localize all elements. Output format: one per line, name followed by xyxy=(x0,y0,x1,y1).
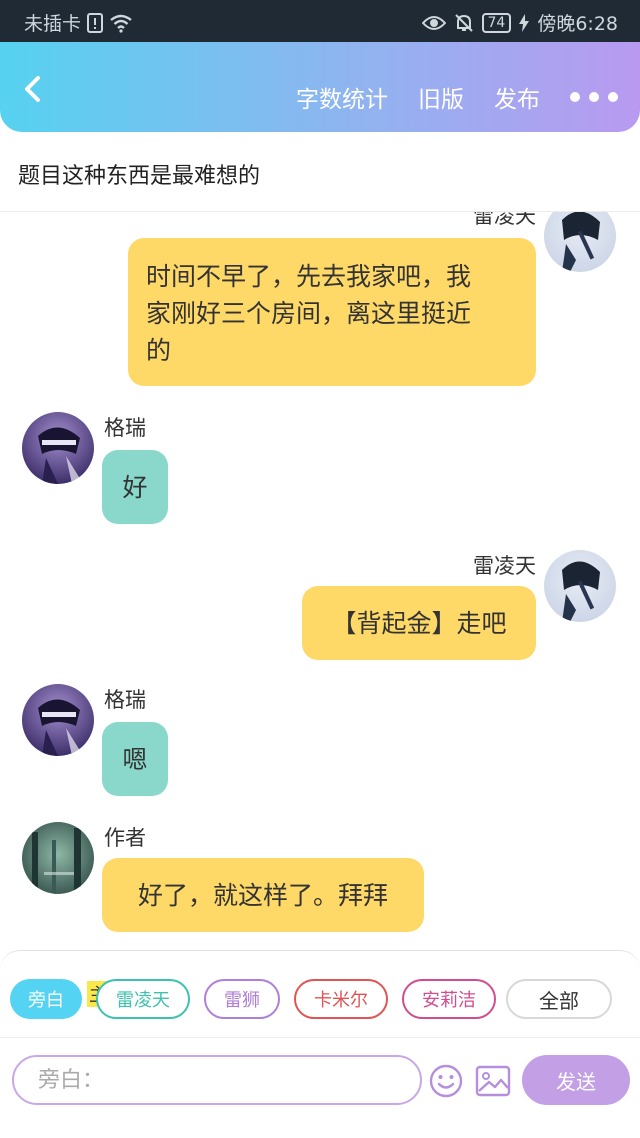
message-bubble: 好了，就这样了。拜拜 xyxy=(102,858,424,932)
sender-name: 格瑞 xyxy=(104,416,146,440)
story-title-bar[interactable]: 题目这种东西是最难想的 xyxy=(0,132,640,212)
battery-level: 74 xyxy=(487,14,506,31)
message-text-line: 好 xyxy=(122,472,148,502)
sender-name: 格瑞 xyxy=(104,688,146,712)
eye-icon xyxy=(421,14,446,32)
sender-name: 雷凌天 xyxy=(473,554,536,578)
smiley-icon[interactable] xyxy=(428,1063,464,1099)
story-title: 题目这种东西是最难想的 xyxy=(18,164,261,189)
avatar[interactable] xyxy=(544,550,616,622)
message-text-line: 嗯 xyxy=(122,744,148,774)
avatar[interactable] xyxy=(544,212,616,272)
message-bubble: 【背起金】走吧 xyxy=(302,586,536,660)
charging-icon xyxy=(519,13,530,32)
role-chip-all[interactable]: 全部 xyxy=(506,979,612,1019)
sender-name: 作者 xyxy=(104,826,146,850)
avatar[interactable] xyxy=(22,822,94,894)
message-bubble: 好 xyxy=(102,450,168,524)
message-bubble: 嗯 xyxy=(102,722,168,796)
divider xyxy=(0,1037,640,1038)
status-bar: 未插卡 74 傍晚6:28 xyxy=(0,0,640,42)
sim-alert-icon xyxy=(87,12,104,33)
message-text-line: 好了，就这样了。拜拜 xyxy=(137,880,388,910)
carrier-label: 未插卡 xyxy=(24,13,82,35)
send-button[interactable]: 发送 xyxy=(522,1055,630,1105)
role-chip-anlijie[interactable]: 安莉洁 xyxy=(402,979,496,1019)
sender-name: 雷凌天 xyxy=(473,212,536,228)
more-dots-icon[interactable] xyxy=(570,92,618,102)
role-chip-lei-shi[interactable]: 雷狮 xyxy=(204,979,280,1019)
chat-area[interactable]: 雷凌天 时间不早了，先去我家吧，我 家刚好三个房间，离这里挺近 的 格瑞 好 雷… xyxy=(0,212,640,950)
role-chip-narration[interactable]: 旁白 xyxy=(10,979,82,1019)
role-chip-lei-lingtian[interactable]: 雷凌天 xyxy=(96,979,190,1019)
message-bubble: 时间不早了，先去我家吧，我 家刚好三个房间，离这里挺近 的 xyxy=(128,238,536,386)
image-icon[interactable] xyxy=(474,1063,512,1099)
battery-icon: 74 xyxy=(481,12,512,33)
role-chip-kamil[interactable]: 卡米尔 xyxy=(294,979,388,1019)
message-text-line: 【背起金】走吧 xyxy=(331,608,507,638)
top-navigation-bar: 字数统计 旧版 发布 xyxy=(0,42,640,132)
avatar[interactable] xyxy=(22,412,94,484)
old-version-button[interactable]: 旧版 xyxy=(418,80,464,114)
avatar[interactable] xyxy=(22,684,94,756)
word-count-button[interactable]: 字数统计 xyxy=(296,80,388,114)
clock: 傍晚6:28 xyxy=(537,13,618,35)
message-text-line: 的 xyxy=(146,336,172,365)
message-text-line: 家刚好三个房间，离这里挺近 xyxy=(146,299,472,328)
message-text-line: 时间不早了，先去我家吧，我 xyxy=(146,262,472,291)
wifi-icon xyxy=(109,13,133,33)
composer-panel: 旁白 主 雷凌天 雷狮 卡米尔 安莉洁 全部 发送 xyxy=(0,950,640,1138)
publish-button[interactable]: 发布 xyxy=(494,80,540,114)
bell-off-icon xyxy=(454,13,474,33)
message-input[interactable] xyxy=(12,1055,422,1105)
chevron-left-icon[interactable] xyxy=(18,72,48,106)
